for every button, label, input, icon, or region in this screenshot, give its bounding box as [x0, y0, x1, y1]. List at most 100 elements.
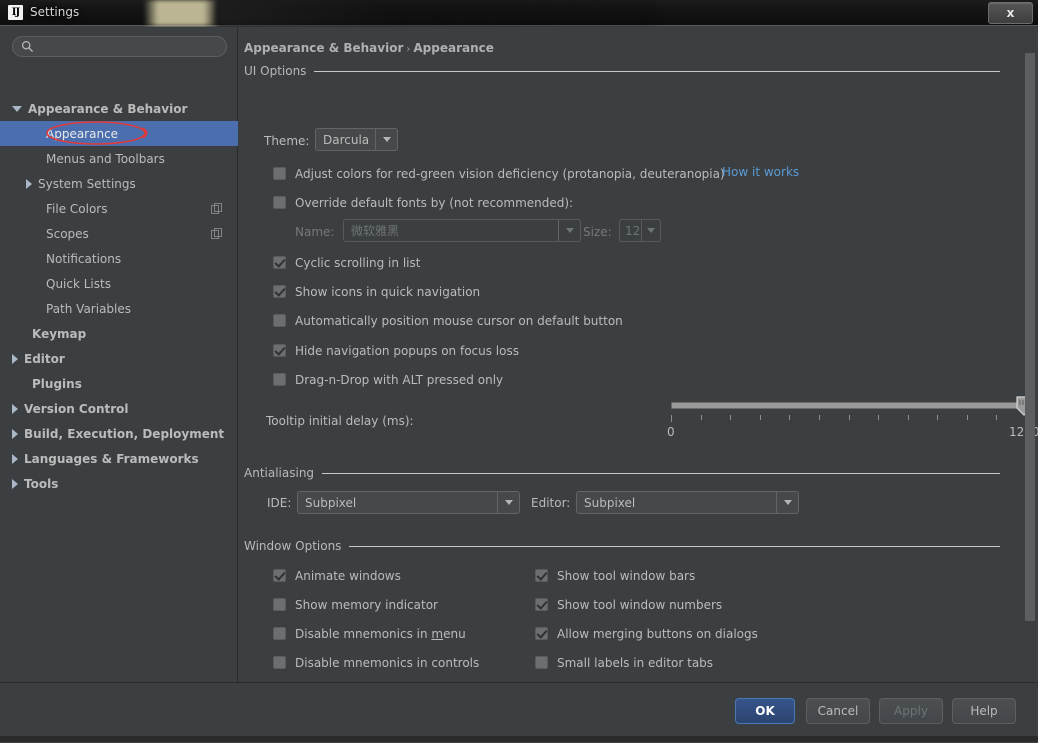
ide-antialiasing-combo[interactable]: Subpixel — [297, 491, 520, 514]
sidebar-item-plugins[interactable]: Plugins — [0, 371, 238, 396]
font-name-combo[interactable]: 微软雅黑 — [343, 219, 581, 242]
checkbox-automatically-position-mouse-cursor-on-default-button[interactable]: Automatically position mouse cursor on d… — [273, 312, 623, 329]
close-window-button[interactable]: x — [988, 2, 1033, 24]
checkbox-box[interactable] — [273, 373, 286, 386]
slider-tick — [996, 415, 997, 420]
breadcrumb-parent[interactable]: Appearance & Behavior — [244, 41, 403, 55]
sidebar-item-build-execution-deployment[interactable]: Build, Execution, Deployment — [0, 421, 238, 446]
checkbox-box[interactable] — [535, 656, 548, 669]
checkbox-animate-windows[interactable]: Animate windows — [273, 567, 401, 584]
sidebar-item-version-control[interactable]: Version Control — [0, 396, 238, 421]
theme-combo[interactable]: Darcula — [315, 128, 398, 151]
checkbox-box[interactable] — [535, 598, 548, 611]
window-bottom-edge — [0, 736, 1038, 742]
shared-settings-icon — [211, 203, 222, 214]
checkbox-box[interactable] — [273, 167, 286, 180]
sidebar-item-system-settings[interactable]: System Settings — [0, 171, 238, 196]
checkbox-box[interactable] — [273, 314, 286, 327]
search-box[interactable] — [12, 36, 227, 57]
sidebar-item-quick-lists[interactable]: Quick Lists — [0, 271, 238, 296]
sidebar-item-appearance[interactable]: Appearance — [0, 121, 238, 146]
chevron-down-icon[interactable] — [641, 220, 660, 241]
chevron-down-icon[interactable] — [497, 492, 519, 513]
checkbox-box[interactable] — [535, 627, 548, 640]
triangle-down-icon[interactable] — [12, 105, 22, 112]
checkbox-disable-mnemonics-in-menu[interactable]: Disable mnemonics in menu — [273, 625, 466, 642]
checkbox-label: Show tool window bars — [557, 568, 696, 583]
sidebar-item-label: Version Control — [24, 401, 129, 416]
font-name-label: Name: — [295, 225, 335, 239]
triangle-right-icon[interactable] — [12, 453, 18, 464]
sidebar-item-languages-frameworks[interactable]: Languages & Frameworks — [0, 446, 238, 471]
theme-label: Theme: — [264, 134, 310, 148]
chevron-down-icon[interactable] — [776, 492, 798, 513]
checkbox-adjust-colors[interactable]: Adjust colors for red-green vision defic… — [273, 165, 725, 182]
tooltip-delay-label: Tooltip initial delay (ms): — [266, 414, 414, 428]
checkbox-label: Disable mnemonics in controls — [295, 655, 480, 670]
triangle-right-icon[interactable] — [26, 178, 32, 189]
cancel-button[interactable]: Cancel — [806, 698, 870, 724]
settings-sidebar: Appearance & Behavior Appearance Menus and… — [0, 27, 238, 682]
checkbox-disable-mnemonics-in-controls[interactable]: Disable mnemonics in controls — [273, 654, 479, 671]
checkbox-box[interactable] — [273, 569, 286, 582]
checkbox-override-fonts[interactable]: Override default fonts by (not recommend… — [273, 194, 573, 211]
checkbox-box[interactable] — [273, 196, 286, 209]
font-size-spinner[interactable]: 12 — [619, 219, 661, 242]
tooltip-delay-slider-track[interactable] — [671, 402, 1026, 409]
intellij-logo-icon: IJ — [8, 5, 23, 20]
sidebar-item-appearance-behavior[interactable]: Appearance & Behavior — [0, 96, 238, 121]
sidebar-item-file-colors[interactable]: File Colors — [0, 196, 238, 221]
triangle-right-icon[interactable] — [12, 428, 18, 439]
ok-button[interactable]: OK — [735, 698, 795, 724]
content-scrollbar-thumb[interactable] — [1025, 53, 1035, 621]
checkbox-show-tool-window-numbers[interactable]: Show tool window numbers — [535, 596, 722, 613]
redacted-title-region-2 — [217, 0, 657, 26]
checkbox-allow-merging-buttons-on-dialogs[interactable]: Allow merging buttons on dialogs — [535, 625, 758, 642]
dialog-button-bar: OK Cancel Apply Help — [0, 682, 1038, 743]
title-bar: IJ Settings x — [0, 0, 1038, 26]
chevron-down-icon[interactable] — [375, 129, 397, 150]
sidebar-item-scopes[interactable]: Scopes — [0, 221, 238, 246]
sidebar-item-label: Appearance — [46, 126, 119, 141]
checkbox-box[interactable] — [273, 656, 286, 669]
slider-tick — [760, 415, 761, 420]
checkbox-drag-n-drop-with-alt-pressed-only[interactable]: Drag-n-Drop with ALT pressed only — [273, 371, 503, 388]
triangle-right-icon[interactable] — [12, 353, 18, 364]
sidebar-item-path-variables[interactable]: Path Variables — [0, 296, 238, 321]
font-size-value: 12 — [625, 223, 641, 238]
sidebar-item-menus-and-toolbars[interactable]: Menus and Toolbars — [0, 146, 238, 171]
slider-tick — [671, 415, 672, 422]
checkbox-box[interactable] — [273, 344, 286, 357]
triangle-right-icon[interactable] — [12, 478, 18, 489]
sidebar-item-label: File Colors — [46, 201, 108, 216]
checkbox-box[interactable] — [273, 598, 286, 611]
checkbox-show-memory-indicator[interactable]: Show memory indicator — [273, 596, 438, 613]
checkbox-cyclic-scrolling-in-list[interactable]: Cyclic scrolling in list — [273, 254, 420, 271]
editor-antialiasing-value: Subpixel — [584, 495, 636, 510]
slider-tick — [730, 415, 731, 420]
sidebar-item-label: Scopes — [46, 226, 89, 241]
checkbox-show-tool-window-bars[interactable]: Show tool window bars — [535, 567, 695, 584]
checkbox-label: Disable mnemonics in menu — [295, 626, 466, 641]
help-button[interactable]: Help — [952, 698, 1016, 724]
sidebar-item-keymap[interactable]: Keymap — [0, 321, 238, 346]
checkbox-box[interactable] — [535, 569, 548, 582]
sidebar-item-notifications[interactable]: Notifications — [0, 246, 238, 271]
sidebar-item-label: Path Variables — [46, 301, 132, 316]
sidebar-item-editor[interactable]: Editor — [0, 346, 238, 371]
checkbox-box[interactable] — [273, 256, 286, 269]
checkbox-show-icons-in-quick-navigation[interactable]: Show icons in quick navigation — [273, 283, 480, 300]
checkbox-hide-navigation-popups-on-focus-loss[interactable]: Hide navigation popups on focus loss — [273, 342, 519, 359]
how-it-works-link[interactable]: How it works — [722, 165, 799, 179]
triangle-right-icon[interactable] — [12, 403, 18, 414]
sidebar-item-label: Tools — [24, 476, 59, 491]
dialog-body: Appearance & Behavior Appearance Menus and… — [0, 27, 1038, 682]
checkbox-small-labels-in-editor-tabs[interactable]: Small labels in editor tabs — [535, 654, 713, 671]
editor-antialiasing-combo[interactable]: Subpixel — [576, 491, 799, 514]
sidebar-item-tools[interactable]: Tools — [0, 471, 238, 496]
checkbox-box[interactable] — [273, 627, 286, 640]
checkbox-box[interactable] — [273, 285, 286, 298]
chevron-down-icon[interactable] — [558, 220, 580, 241]
search-input[interactable] — [12, 36, 227, 57]
window-options-group-title: Window Options — [244, 539, 342, 553]
